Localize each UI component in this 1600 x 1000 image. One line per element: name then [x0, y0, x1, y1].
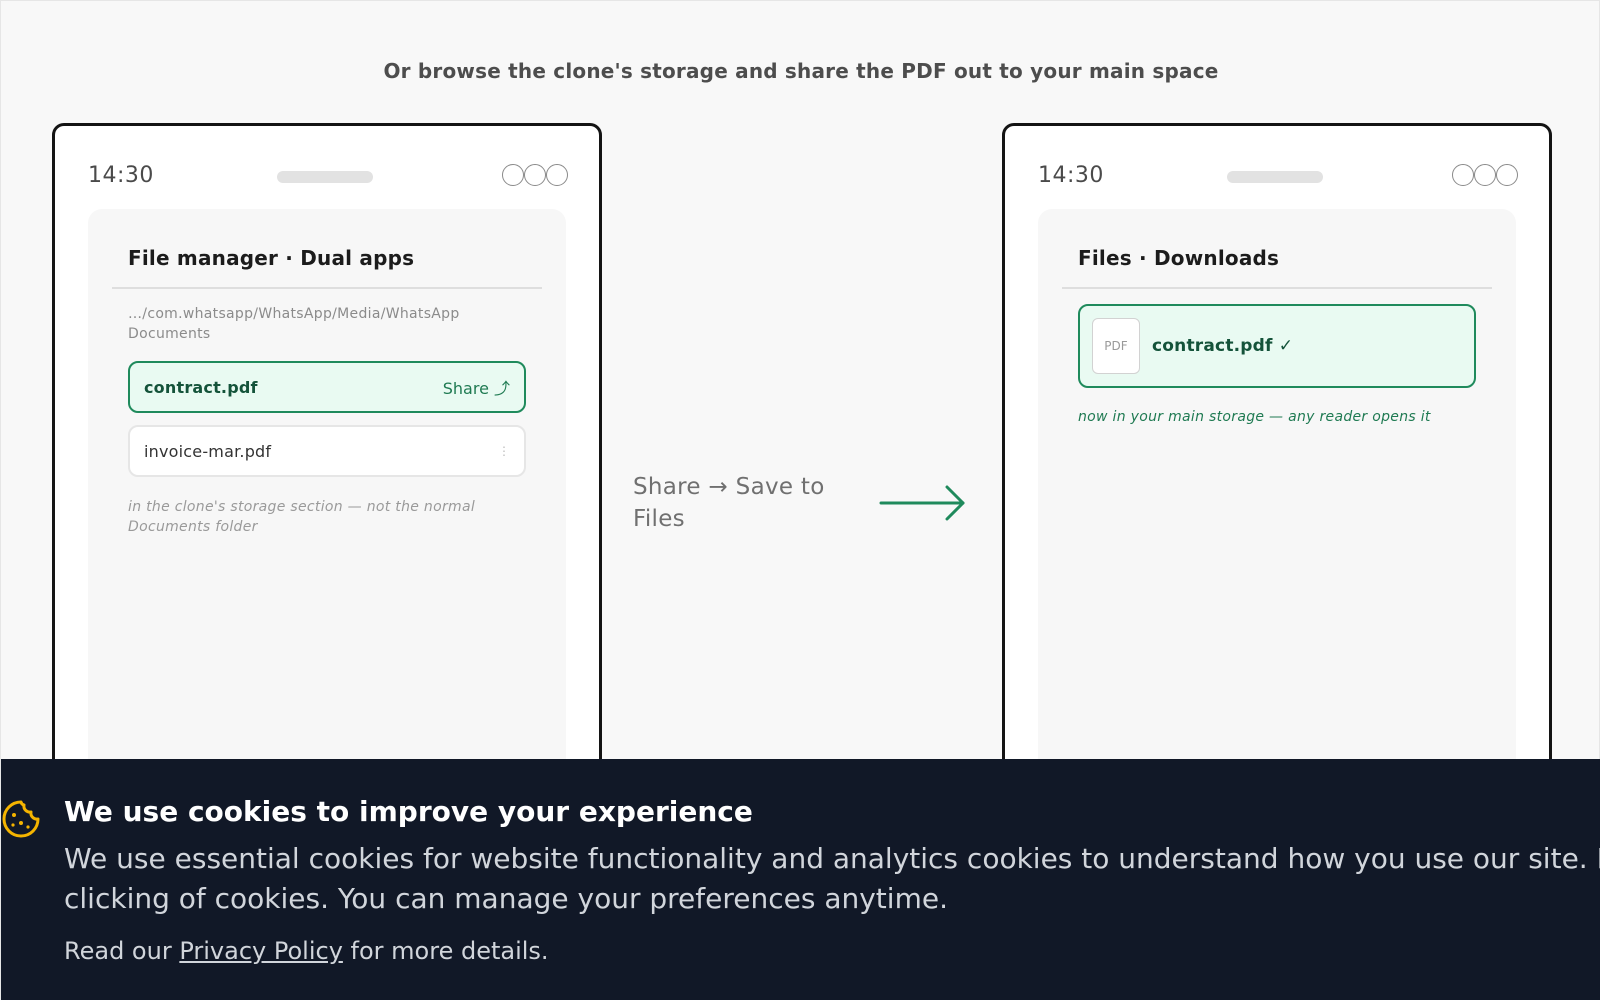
file-row-invoice[interactable]: invoice-mar.pdf ⋮	[128, 425, 526, 477]
share-button[interactable]: Share ⤴	[443, 375, 510, 399]
privacy-suffix: for more details.	[350, 937, 549, 965]
status-icons	[502, 164, 568, 186]
right-arrow-icon	[879, 485, 965, 521]
pdf-file-icon: PDF	[1092, 318, 1140, 374]
main-storage-note: now in your main storage — any reader op…	[1078, 409, 1431, 425]
right-phone-frame: 14:30 Files · Downloads PDF contract.pdf…	[1002, 123, 1552, 849]
status-circle-icon	[1452, 164, 1474, 186]
files-downloads-screen: Files · Downloads PDF contract.pdf ✓ now…	[1038, 209, 1516, 849]
share-step-label: Share → Save to Files	[633, 474, 825, 532]
divider	[112, 287, 542, 289]
file-name: contract.pdf	[144, 377, 258, 397]
status-notch	[277, 171, 373, 183]
cookie-banner-text: We use essential cookies for website fun…	[64, 842, 1600, 915]
left-phone-frame: 14:30 File manager · Dual apps …/com.wha…	[52, 123, 602, 849]
status-time: 14:30	[88, 163, 154, 188]
file-manager-screen: File manager · Dual apps …/com.whatsapp/…	[88, 209, 566, 849]
page: Or browse the clone's storage and share …	[0, 0, 1600, 1000]
cookie-banner: We use cookies to improve your experienc…	[1, 759, 1600, 1000]
status-circle-icon	[1496, 164, 1518, 186]
status-circle-icon	[502, 164, 524, 186]
file-name: invoice-mar.pdf	[144, 441, 272, 461]
status-circle-icon	[524, 164, 546, 186]
screen-title: Files · Downloads	[1078, 246, 1280, 270]
more-options-icon[interactable]: ⋮	[498, 444, 510, 458]
privacy-prefix: Read our	[64, 937, 172, 965]
cookie-banner-title: We use cookies to improve your experienc…	[64, 795, 753, 828]
storage-note: in the clone's storage section — not the…	[128, 499, 476, 535]
privacy-line: Read our Privacy Policy for more details…	[64, 937, 549, 965]
folder-path: …/com.whatsapp/WhatsApp/Media/WhatsApp D…	[128, 306, 460, 342]
screen-title: File manager · Dual apps	[128, 246, 415, 270]
file-row-contract[interactable]: contract.pdf Share ⤴	[128, 361, 526, 413]
cookie-icon	[2, 800, 40, 838]
status-icons	[1452, 164, 1518, 186]
status-notch	[1227, 171, 1323, 183]
status-circle-icon	[1474, 164, 1496, 186]
privacy-policy-link[interactable]: Privacy Policy	[179, 937, 343, 965]
section-heading: Or browse the clone's storage and share …	[383, 59, 1219, 83]
downloaded-file-card[interactable]: PDF contract.pdf ✓	[1078, 304, 1476, 388]
divider	[1062, 287, 1492, 289]
status-time: 14:30	[1038, 163, 1104, 188]
file-name: contract.pdf ✓	[1152, 336, 1294, 356]
status-circle-icon	[546, 164, 568, 186]
